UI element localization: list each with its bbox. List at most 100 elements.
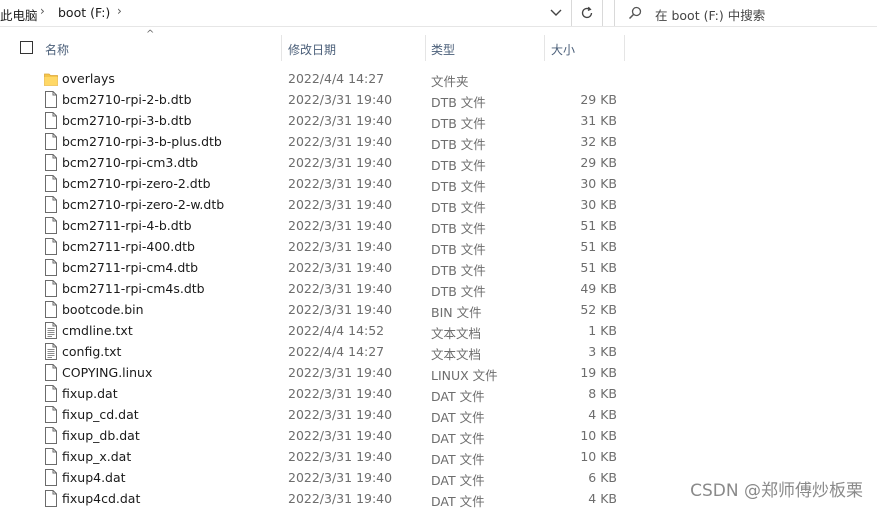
file-row[interactable]: bcm2710-rpi-2-b.dtb 2022/3/31 19:40 DTB 文件… (0, 89, 877, 110)
column-size-header[interactable]: 大小 (551, 41, 575, 58)
file-row[interactable]: fixup_cd.dat 2022/3/31 19:40 DAT 文件 4 KB (0, 404, 877, 425)
column-divider[interactable] (624, 35, 625, 61)
file-name[interactable]: bcm2710-rpi-zero-2.dtb (62, 176, 211, 191)
file-row[interactable]: config.txt 2022/4/4 14:27 文本文档 3 KB (0, 341, 877, 362)
search-input[interactable]: 在 boot (F:) 中搜索 (655, 5, 765, 24)
file-size: 10 KB (580, 449, 617, 464)
breadcrumb-drive[interactable]: boot (F:) (58, 5, 110, 20)
file-date: 2022/3/31 19:40 (288, 197, 393, 212)
file-icon (44, 385, 58, 402)
breadcrumb-chevron-icon[interactable]: › (40, 4, 45, 18)
file-type: DTB 文件 (431, 158, 486, 173)
file-name[interactable]: bcm2711-rpi-400.dtb (62, 239, 195, 254)
column-date-header[interactable]: 修改日期 (288, 41, 336, 58)
file-name[interactable]: bcm2710-rpi-zero-2-w.dtb (62, 197, 224, 212)
breadcrumb-chevron-icon[interactable]: › (117, 4, 122, 18)
file-size: 32 KB (580, 134, 617, 149)
file-name[interactable]: bcm2710-rpi-cm3.dtb (62, 155, 198, 170)
file-date: 2022/3/31 19:40 (288, 491, 393, 506)
file-name[interactable]: bcm2711-rpi-4-b.dtb (62, 218, 192, 233)
file-size: 49 KB (580, 281, 617, 296)
file-icon (44, 112, 58, 129)
file-name[interactable]: bcm2711-rpi-cm4.dtb (62, 260, 198, 275)
file-date: 2022/3/31 19:40 (288, 449, 393, 464)
search-icon[interactable] (626, 4, 644, 22)
file-type: BIN 文件 (431, 305, 482, 320)
file-row[interactable]: COPYING.linux 2022/3/31 19:40 LINUX 文件 19 K… (0, 362, 877, 383)
file-size: 51 KB (580, 260, 617, 275)
file-name[interactable]: fixup_x.dat (62, 449, 131, 464)
watermark: CSDN @郑师傅炒板栗 (690, 481, 863, 501)
file-name[interactable]: fixup_cd.dat (62, 407, 139, 422)
refresh-icon[interactable] (578, 4, 596, 22)
file-type: DTB 文件 (431, 179, 486, 194)
file-icon (44, 406, 58, 423)
file-size: 10 KB (580, 428, 617, 443)
file-name[interactable]: bcm2710-rpi-2-b.dtb (62, 92, 192, 107)
file-name[interactable]: fixup4cd.dat (62, 491, 140, 506)
file-name[interactable]: COPYING.linux (62, 365, 152, 380)
file-date: 2022/3/31 19:40 (288, 407, 393, 422)
file-row[interactable]: bcm2711-rpi-cm4s.dtb 2022/3/31 19:40 DTB 文… (0, 278, 877, 299)
file-date: 2022/3/31 19:40 (288, 365, 393, 380)
file-type: 文本文档 (431, 347, 482, 362)
file-name[interactable]: cmdline.txt (62, 323, 133, 338)
file-name[interactable]: fixup_db.dat (62, 428, 140, 443)
file-row[interactable]: bcm2710-rpi-3-b-plus.dtb 2022/3/31 19:40 D… (0, 131, 877, 152)
file-icon (44, 448, 58, 465)
column-divider[interactable] (425, 35, 426, 61)
toolbar-bottom-border (0, 26, 877, 27)
file-size: 30 KB (580, 197, 617, 212)
file-row[interactable]: overlays 2022/4/4 14:27 文件夹 (0, 68, 877, 89)
file-row[interactable]: bcm2710-rpi-zero-2-w.dtb 2022/3/31 19:40 D… (0, 194, 877, 215)
file-row[interactable]: bcm2710-rpi-3-b.dtb 2022/3/31 19:40 DTB 文件… (0, 110, 877, 131)
text-file-icon (44, 343, 58, 360)
column-name-header[interactable]: 名称 (45, 41, 69, 58)
file-row[interactable]: bootcode.bin 2022/3/31 19:40 BIN 文件 52 KB (0, 299, 877, 320)
address-bar: 此电脑 › boot (F:) › 在 boot (F:) 中搜索 (0, 0, 877, 26)
file-icon (44, 280, 58, 297)
file-name[interactable]: bcm2710-rpi-3-b.dtb (62, 113, 192, 128)
file-date: 2022/3/31 19:40 (288, 134, 393, 149)
file-row[interactable]: fixup_x.dat 2022/3/31 19:40 DAT 文件 10 KB (0, 446, 877, 467)
file-name[interactable]: overlays (62, 71, 115, 86)
file-type: 文件夹 (431, 74, 469, 89)
file-type: 文本文档 (431, 326, 482, 341)
file-row[interactable]: fixup.dat 2022/3/31 19:40 DAT 文件 8 KB (0, 383, 877, 404)
file-size: 30 KB (580, 176, 617, 191)
file-name[interactable]: bcm2710-rpi-3-b-plus.dtb (62, 134, 222, 149)
column-divider[interactable] (544, 35, 545, 61)
folder-icon (44, 70, 58, 87)
file-icon (44, 427, 58, 444)
file-name[interactable]: bootcode.bin (62, 302, 144, 317)
file-type: DTB 文件 (431, 137, 486, 152)
column-divider[interactable] (281, 35, 282, 61)
file-icon (44, 490, 58, 507)
file-date: 2022/3/31 19:40 (288, 155, 393, 170)
column-type-header[interactable]: 类型 (431, 41, 455, 58)
file-date: 2022/4/4 14:52 (288, 323, 385, 338)
file-row[interactable]: bcm2710-rpi-zero-2.dtb 2022/3/31 19:40 DTB… (0, 173, 877, 194)
file-type: DAT 文件 (431, 473, 485, 488)
file-type: DAT 文件 (431, 431, 485, 446)
file-size: 29 KB (580, 155, 617, 170)
file-size: 3 KB (588, 344, 617, 359)
file-icon (44, 91, 58, 108)
file-row[interactable]: bcm2710-rpi-cm3.dtb 2022/3/31 19:40 DTB 文件… (0, 152, 877, 173)
file-row[interactable]: fixup_db.dat 2022/3/31 19:40 DAT 文件 10 KB (0, 425, 877, 446)
file-name[interactable]: fixup.dat (62, 386, 118, 401)
file-name[interactable]: fixup4.dat (62, 470, 126, 485)
file-size: 29 KB (580, 92, 617, 107)
file-name[interactable]: config.txt (62, 344, 121, 359)
file-date: 2022/3/31 19:40 (288, 239, 393, 254)
file-row[interactable]: bcm2711-rpi-cm4.dtb 2022/3/31 19:40 DTB 文件… (0, 257, 877, 278)
file-name[interactable]: bcm2711-rpi-cm4s.dtb (62, 281, 205, 296)
select-all-checkbox[interactable] (20, 41, 33, 54)
file-size: 6 KB (588, 470, 617, 485)
breadcrumb-this-pc[interactable]: 此电脑 (0, 5, 38, 24)
file-row[interactable]: bcm2711-rpi-400.dtb 2022/3/31 19:40 DTB 文件… (0, 236, 877, 257)
file-date: 2022/4/4 14:27 (288, 344, 385, 359)
file-row[interactable]: bcm2711-rpi-4-b.dtb 2022/3/31 19:40 DTB 文件… (0, 215, 877, 236)
address-dropdown-icon[interactable] (547, 4, 565, 22)
file-row[interactable]: cmdline.txt 2022/4/4 14:52 文本文档 1 KB (0, 320, 877, 341)
